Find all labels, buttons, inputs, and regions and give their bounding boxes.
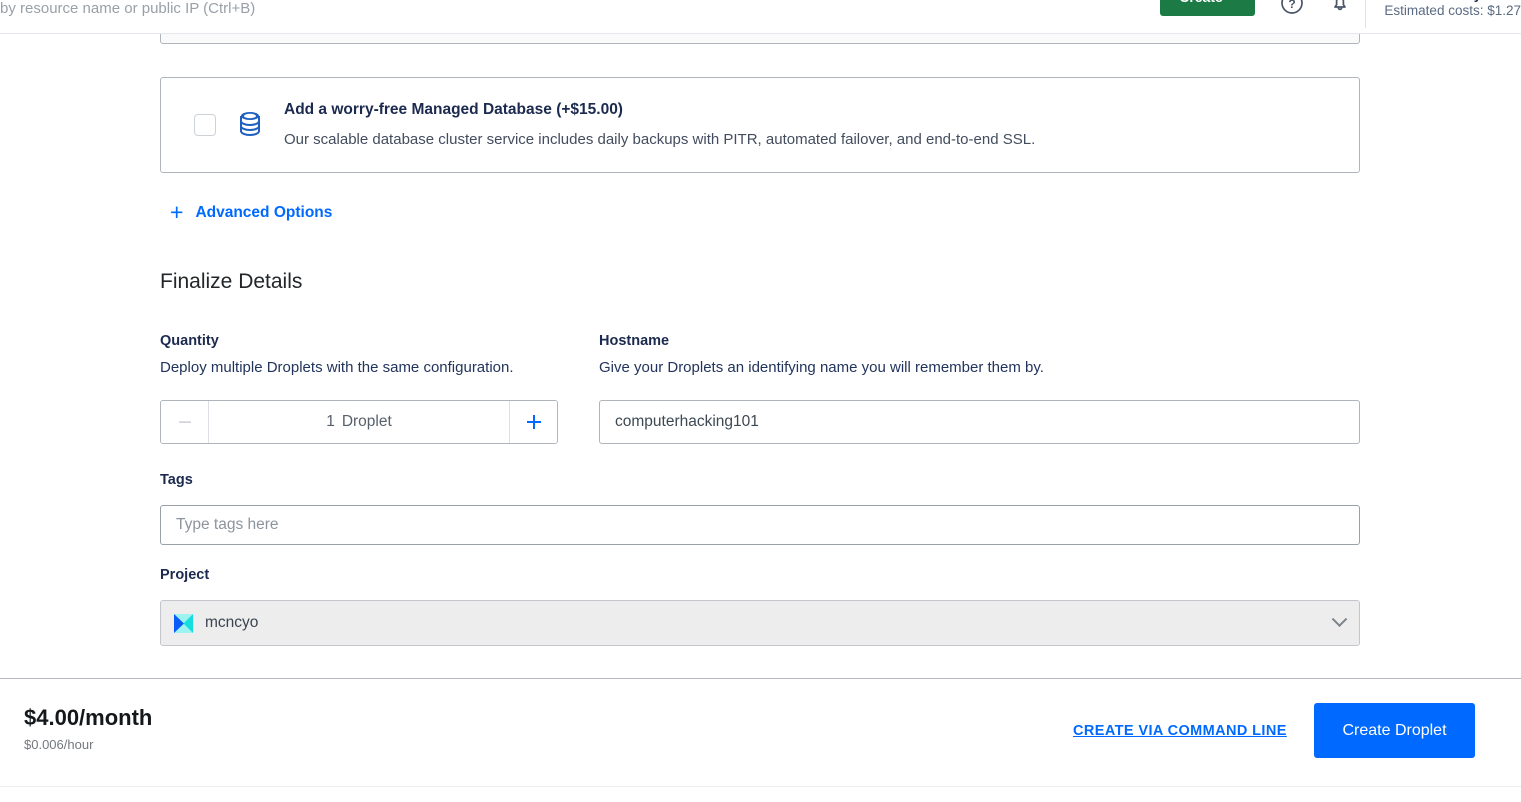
project-field-group: Project mcncyo xyxy=(160,565,1360,646)
question-circle-icon[interactable]: ? xyxy=(1279,0,1305,21)
advanced-options-toggle[interactable]: + Advanced Options xyxy=(170,201,332,224)
estimated-costs: Estimated costs: $1.27 xyxy=(1384,3,1521,18)
project-selected-name: mcncyo xyxy=(205,614,259,631)
managed-database-title: Add a worry-free Managed Database (+$15.… xyxy=(284,101,623,118)
plus-icon: + xyxy=(170,199,184,225)
price-per-hour: $0.006/hour xyxy=(24,737,94,752)
svg-text:?: ? xyxy=(1288,0,1295,11)
team-menu[interactable]: My Team Estimated costs: $1.27 xyxy=(1365,0,1521,28)
database-icon xyxy=(237,110,263,140)
price-summary: $4.00/month $0.006/hour xyxy=(24,704,152,754)
global-search-placeholder-text[interactable]: by resource name or public IP (Ctrl+B) xyxy=(0,0,255,19)
bell-icon[interactable] xyxy=(1327,0,1353,21)
create-footer-bar: $4.00/month $0.006/hour xyxy=(0,678,1521,786)
project-label: Project xyxy=(160,567,210,583)
quantity-stepper: 1 Droplet xyxy=(160,400,558,444)
quantity-unit: Droplet xyxy=(341,413,392,430)
create-droplet-button[interactable]: Create Droplet xyxy=(1314,703,1475,758)
chevron-down-icon xyxy=(1331,610,1348,627)
managed-database-description: Our scalable database cluster service in… xyxy=(284,131,1036,148)
tags-input[interactable] xyxy=(160,505,1360,545)
hostname-input[interactable] xyxy=(599,400,1360,444)
managed-database-option-card[interactable]: Add a worry-free Managed Database (+$15.… xyxy=(160,77,1360,173)
create-via-command-line-link[interactable]: CREATE VIA COMMAND LINE xyxy=(1073,723,1287,739)
quantity-label: Quantity xyxy=(160,333,219,349)
project-bowtie-icon xyxy=(174,613,193,633)
managed-database-checkbox[interactable] xyxy=(194,114,216,136)
hostname-help-text: Give your Droplets an identifying name y… xyxy=(599,359,1044,376)
hostname-label: Hostname xyxy=(599,333,670,349)
quantity-decrement-button[interactable] xyxy=(161,401,209,443)
droplet-create-form: Add a worry-free Managed Database (+$15.… xyxy=(0,8,1521,678)
quantity-help-text: Deploy multiple Droplets with the same c… xyxy=(160,359,514,376)
create-button-label: Create xyxy=(1179,0,1223,5)
advanced-options-label: Advanced Options xyxy=(195,203,333,221)
price-per-month: $4.00/month xyxy=(24,705,153,730)
tags-label: Tags xyxy=(160,472,193,488)
quantity-count: 1 xyxy=(326,413,335,430)
quantity-increment-button[interactable] xyxy=(509,401,557,443)
page-bottom-divider xyxy=(0,786,1521,787)
finalize-details-heading: Finalize Details xyxy=(160,270,303,293)
quantity-field-group: Quantity Deploy multiple Droplets with t… xyxy=(160,331,560,444)
hostname-field-group: Hostname Give your Droplets an identifyi… xyxy=(599,331,1360,444)
create-button[interactable]: Create xyxy=(1160,0,1255,16)
quantity-value-input[interactable]: 1 Droplet xyxy=(209,401,509,443)
tags-field-group: Tags xyxy=(160,470,1360,545)
top-bar: by resource name or public IP (Ctrl+B) C… xyxy=(0,0,1521,34)
project-select[interactable]: mcncyo xyxy=(160,600,1360,646)
